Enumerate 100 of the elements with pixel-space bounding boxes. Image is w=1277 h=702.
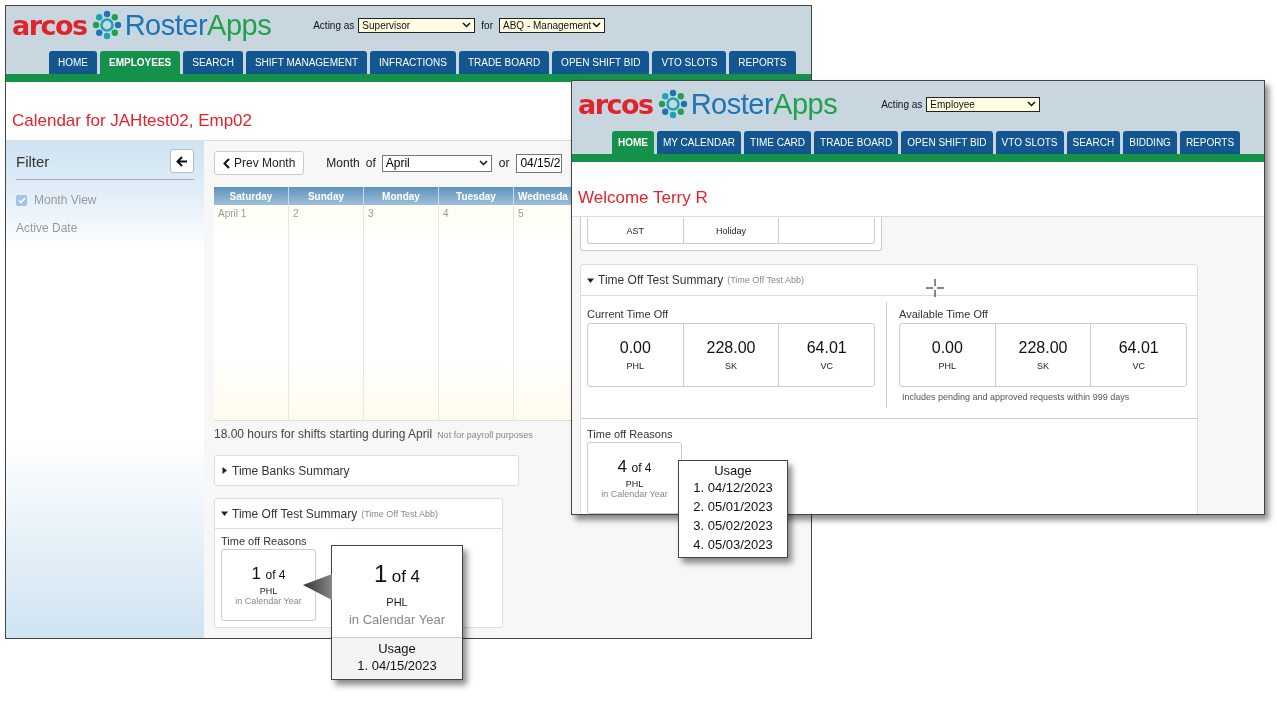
nav-tab[interactable]: VTO SLOTS <box>652 51 727 74</box>
nav-tab[interactable]: VTO SLOTS <box>995 131 1064 154</box>
reason-card[interactable]: 1 of 4 PHL in Calendar Year <box>221 549 316 621</box>
panel-title[interactable]: Time Off Test Summary <box>232 506 358 521</box>
arrow-left-icon <box>176 155 188 167</box>
role-select[interactable]: Supervisor <box>358 17 476 33</box>
chevron-left-icon <box>223 157 230 169</box>
nav-tab[interactable]: SEARCH <box>1066 131 1121 154</box>
prev-month-button[interactable]: Prev Month <box>214 151 305 175</box>
nav-tab[interactable]: BIDDING <box>1123 131 1177 154</box>
caret-icon <box>221 467 228 474</box>
of-label: of <box>365 156 376 170</box>
reason-period: in Calendar Year <box>348 612 446 627</box>
reason-count: 4 <box>617 457 627 476</box>
brand-logo: arcos <box>12 11 87 39</box>
nav-tab[interactable]: REPORTS <box>1179 131 1241 154</box>
day-number: 4 <box>443 208 449 219</box>
page-title: Calendar for JAHtest02, Emp02 <box>12 111 252 131</box>
product-logo: RosterApps <box>690 89 838 119</box>
chevron-down-icon <box>1027 101 1037 107</box>
logo-icon <box>657 89 688 119</box>
usage-date: 1. 04/15/2023 <box>357 657 437 675</box>
day-header: Tuesday <box>439 187 514 205</box>
role-select[interactable]: Employee <box>926 96 1041 112</box>
reason-code: PHL <box>386 596 408 608</box>
month-select[interactable]: April <box>381 154 492 172</box>
or-label: or <box>498 156 510 170</box>
chevron-down-icon <box>462 22 472 28</box>
bank-code: Holiday <box>716 225 746 236</box>
balance-code: VC <box>1132 361 1145 371</box>
reason-card[interactable]: 4 of 4 PHL in Calendar Year <box>587 442 682 514</box>
reason-period: in Calendar Year <box>235 596 302 606</box>
group-select[interactable]: ABQ - Management <box>499 17 605 33</box>
balance-code: SK <box>725 361 737 371</box>
chevron-down-icon <box>592 22 601 28</box>
collapse-button[interactable] <box>170 149 194 173</box>
reason-total: of 4 <box>265 568 286 582</box>
day-number: 3 <box>368 208 374 219</box>
for-label: for <box>481 19 493 31</box>
reason-total: of 4 <box>631 461 652 475</box>
balance-code: VC <box>820 361 833 371</box>
panel-title[interactable]: Time Off Test Summary <box>598 273 724 287</box>
chevron-down-icon <box>478 160 488 166</box>
usage-date: 1. 04/12/2023 <box>693 479 773 497</box>
caret-icon <box>221 510 228 517</box>
balance-value: 0.00 <box>931 339 963 357</box>
nav-tab[interactable]: SEARCH <box>183 51 243 74</box>
callout-pointer <box>303 572 333 602</box>
reason-code: PHL <box>259 586 278 596</box>
panel-subtitle: (Time Off Test Abb) <box>727 275 804 285</box>
reason-count: 1 <box>373 560 388 587</box>
reason-code: PHL <box>625 479 644 489</box>
balance-code: PHL <box>626 361 645 371</box>
nav-tab[interactable]: OPEN SHIFT BID <box>901 131 993 154</box>
acting-as-label: Acting as <box>881 98 923 110</box>
usage-title: Usage <box>378 641 416 656</box>
availability-note: Includes pending and approved requests within 999 days <box>901 392 1131 402</box>
nav-tab[interactable]: MY CALENDAR <box>657 131 742 154</box>
section-label: Time off Reasons <box>587 428 674 440</box>
section-label: Current Time Off <box>587 308 670 320</box>
nav-tab[interactable]: HOME <box>49 51 97 74</box>
product-logo: RosterApps <box>124 10 272 40</box>
section-label: Time off Reasons <box>221 535 308 547</box>
reason-period: in Calendar Year <box>601 489 668 499</box>
caret-icon <box>587 276 594 284</box>
usage-title: Usage <box>714 463 752 478</box>
day-header: Monday <box>364 187 439 205</box>
payroll-note: Not for payroll purposes <box>437 430 533 440</box>
usage-date: 2. 05/01/2023 <box>693 498 773 516</box>
nav-tab[interactable]: TRADE BOARD <box>458 51 550 74</box>
day-header: Sunday <box>289 187 364 205</box>
day-header: Saturday <box>214 187 289 205</box>
balance-code: SK <box>1037 361 1049 371</box>
nav-tab[interactable]: HOME <box>612 131 654 154</box>
nav-tab[interactable]: TRADE BOARD <box>814 131 899 154</box>
day-number: April 1 <box>218 208 247 219</box>
nav-tab[interactable]: OPEN SHIFT BID <box>552 51 650 74</box>
nav-tab[interactable]: INFRACTIONS <box>370 51 456 74</box>
balance-value: 64.01 <box>806 339 847 357</box>
brand-logo: arcos <box>578 90 653 118</box>
logo-icon <box>91 10 122 40</box>
nav-tab[interactable]: EMPLOYEES <box>100 51 181 74</box>
balance-value: 228.00 <box>706 339 756 357</box>
nav-tab[interactable]: TIME CARD <box>744 131 812 154</box>
panel-title[interactable]: Time Banks Summary <box>232 463 350 478</box>
acting-as-label: Acting as <box>313 19 355 31</box>
month-view-checkbox[interactable] <box>16 194 27 206</box>
panel-subtitle: (Time Off Test Abb) <box>361 508 438 519</box>
day-number: 2 <box>293 208 299 219</box>
day-number: 5 <box>518 208 524 219</box>
active-date-label: Active Date <box>16 221 79 235</box>
nav-tab[interactable]: REPORTS <box>729 51 796 74</box>
balance-code: PHL <box>938 361 957 371</box>
nav-tab[interactable]: SHIFT MANAGEMENT <box>245 51 368 74</box>
reason-count: 1 <box>251 564 261 583</box>
balance-value: 0.00 <box>619 339 651 357</box>
balance-value: 228.00 <box>1018 339 1068 357</box>
date-field[interactable]: 04/15/2 <box>516 153 563 173</box>
bank-code: AST <box>626 225 645 236</box>
section-label: Available Time Off <box>899 308 989 320</box>
